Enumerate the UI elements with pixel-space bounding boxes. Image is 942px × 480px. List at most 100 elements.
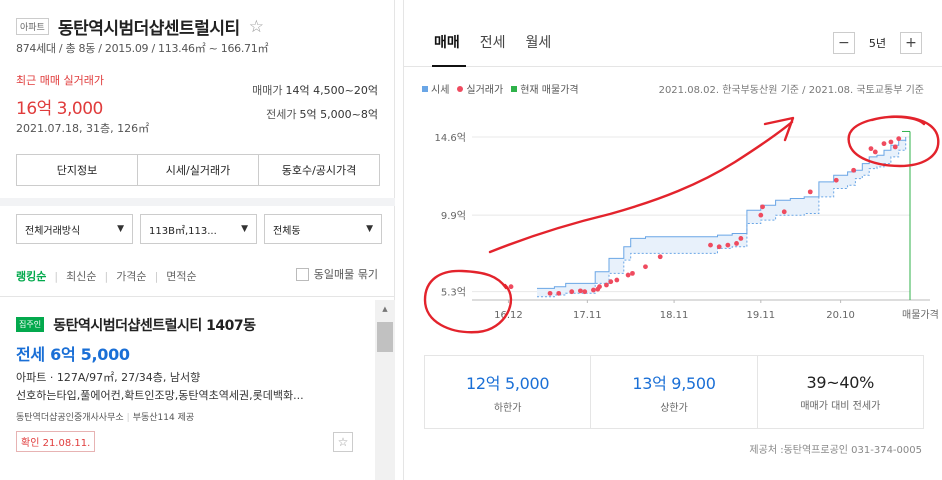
sort-separator: | xyxy=(104,269,109,283)
legend-listing-swatch xyxy=(511,85,518,92)
period-plus-button[interactable]: + xyxy=(900,32,922,54)
period-value: 5년 xyxy=(868,37,886,50)
actual-trade-point xyxy=(556,290,562,296)
tab-lease[interactable]: 전세 xyxy=(480,32,506,52)
section-divider xyxy=(0,198,395,206)
bundle-checkbox[interactable] xyxy=(295,267,309,281)
summary-ratio: 39~40% 매매가 대비 전세가 xyxy=(758,356,923,428)
legend-market-swatch xyxy=(422,85,428,92)
recent-trade-detail: 2021.07.18, 31층, 126㎡ xyxy=(16,122,150,135)
actual-trade-point xyxy=(896,136,902,142)
complex-info-button[interactable]: 단지정보 xyxy=(17,155,138,185)
legend-market-label: 시세 xyxy=(431,85,450,96)
summary-min-value: 12억 5,000 xyxy=(466,374,550,393)
period-minus-button[interactable]: − xyxy=(832,32,855,54)
lease-range-value: 5억 5,000~8억 xyxy=(299,108,378,121)
listing-price: 전세 6억 5,000 xyxy=(16,344,130,364)
chevron-down-icon: ▼ xyxy=(117,224,124,234)
actual-trade-point xyxy=(630,270,635,276)
legend-listing: 현재 매물가격 xyxy=(511,81,579,96)
recent-trade-label: 최근 매매 실거래가 xyxy=(16,74,104,87)
list-separator xyxy=(0,296,395,297)
area-select[interactable]: 113B㎡,113... ▼ xyxy=(140,214,257,244)
agent-name: 동탄역더샵공인중개사사무소 xyxy=(16,412,124,423)
actual-trade-point xyxy=(591,287,596,293)
actual-trade-point xyxy=(657,254,663,260)
complex-action-buttons: 단지정보 시세/실거래가 동호수/공시가격 xyxy=(16,154,380,186)
actual-trade-point xyxy=(872,149,878,155)
actual-trade-point xyxy=(604,282,609,288)
agent-source: 부동산114 제공 xyxy=(132,412,195,423)
actual-trade-point xyxy=(578,288,583,294)
summary-ratio-value: 39~40% xyxy=(806,372,875,392)
actual-trade-point xyxy=(716,244,722,250)
owner-badge: 집주인 xyxy=(16,317,45,332)
actual-trade-point xyxy=(625,272,631,278)
chevron-down-icon: ▼ xyxy=(241,224,248,234)
listing-filters: 전체거래방식 ▼ 113B㎡,113... ▼ 전체동 ▼ xyxy=(16,214,382,244)
dong-value: 전체동 xyxy=(273,225,301,237)
summary-max-label: 상한가 xyxy=(660,403,688,414)
actual-trade-point xyxy=(881,141,887,147)
actual-trade-point xyxy=(708,242,713,248)
scroll-thumb[interactable] xyxy=(377,322,393,352)
deal-type-select[interactable]: 전체거래방식 ▼ xyxy=(16,214,133,244)
y-tick-label: 14.6억 xyxy=(435,132,466,144)
price-history-button[interactable]: 시세/실거래가 xyxy=(138,155,259,185)
tab-sale[interactable]: 매매 xyxy=(434,32,460,52)
actual-trade-point xyxy=(569,289,575,295)
actual-trade-point xyxy=(760,204,765,210)
actual-trade-point xyxy=(807,189,813,195)
tab-monthly[interactable]: 월세 xyxy=(526,32,552,52)
deal-type-value: 전체거래방식 xyxy=(25,225,81,237)
sort-separator: | xyxy=(54,269,59,283)
price-chart-panel: 매매 전세 월세 − 5년 + 시세 실거래가 현재 매물가격 2021.08.… xyxy=(403,0,942,480)
sale-price-range: 매매가 14억 4,500~20억 xyxy=(252,82,378,98)
bundle-label: 동일매물 묶기 xyxy=(313,268,378,281)
actual-trade-point xyxy=(781,209,787,215)
listing-summary: 12억 5,000 하한가 13억 9,500 상한가 39~40% 매매가 대… xyxy=(424,355,924,429)
actual-trade-point xyxy=(888,139,894,145)
listing-spec: 아파트 · 127A/97㎡, 27/34층, 남서향 xyxy=(16,370,201,384)
favorite-star-icon[interactable]: ☆ xyxy=(249,17,264,37)
actual-trade-point xyxy=(597,284,602,290)
actual-trade-point xyxy=(614,277,620,283)
sort-latest[interactable]: 최신순 xyxy=(66,268,96,284)
market-price-band xyxy=(537,137,906,297)
sort-options: 랭킹순 | 최신순 | 가격순 | 면적순 xyxy=(16,268,205,284)
data-provider: 제공처 :동탄역프로공인 031-374-0005 xyxy=(749,445,922,456)
scroll-up-arrow-icon[interactable]: ▲ xyxy=(375,300,395,318)
x-tick-label-listing: 매물가격 xyxy=(902,308,939,321)
sale-range-label: 매매가 xyxy=(252,84,283,97)
summary-min-label: 하한가 xyxy=(493,403,522,414)
actual-trade-point xyxy=(508,284,514,290)
summary-min: 12억 5,000 하한가 xyxy=(425,356,592,428)
price-history-chart[interactable]: 14.6억 9.9억 5.3억 16.12 17.11 18.11 19.11 20.10 매물… xyxy=(404,100,942,330)
lease-range-label: 전세가 xyxy=(266,108,297,121)
listing-scrollbar[interactable]: ▲ xyxy=(375,300,395,480)
listing-title[interactable]: 동탄역시범더샵센트럴시티 1407동 xyxy=(53,315,256,335)
sort-price[interactable]: 가격순 xyxy=(116,268,146,284)
listing-agent: 동탄역더샵공인중개사사무소 | 부동산114 제공 xyxy=(16,410,366,423)
actual-trade-point xyxy=(643,264,648,270)
unit-price-button[interactable]: 동호수/공시가격 xyxy=(259,155,379,185)
y-tick-label: 9.9억 xyxy=(441,210,466,222)
listing-favorite-star-icon[interactable]: ☆ xyxy=(333,432,353,452)
complex-header: 아파트 동탄역시범더샵센트럴시티 ☆ xyxy=(16,14,264,39)
x-tick-label: 16.12 xyxy=(494,310,523,321)
sort-area[interactable]: 면적순 xyxy=(166,268,196,284)
listing-item[interactable]: 집주인 동탄역시범더샵센트럴시티 1407동 전세 6억 5,000 아파트 ·… xyxy=(16,314,366,423)
actual-trade-point xyxy=(547,290,553,296)
actual-trade-point xyxy=(833,177,839,183)
sort-ranking[interactable]: 랭킹순 xyxy=(16,268,46,284)
tab-underline xyxy=(404,66,942,67)
property-type-badge: 아파트 xyxy=(16,18,49,35)
actual-trade-point xyxy=(734,241,739,246)
actual-trade-point xyxy=(868,146,874,152)
complex-info-panel: 아파트 동탄역시범더샵센트럴시티 ☆ 874세대 / 총 8동 / 2015.0… xyxy=(0,0,395,480)
actual-trade-point xyxy=(725,242,731,248)
chart-source: 2021.08.02. 한국부동산원 기준 / 2021.08. 국토교통부 기… xyxy=(658,85,924,96)
dong-select[interactable]: 전체동 ▼ xyxy=(264,214,382,244)
tab-active-indicator xyxy=(432,65,466,67)
bundle-toggle[interactable]: 동일매물 묶기 xyxy=(295,266,378,282)
